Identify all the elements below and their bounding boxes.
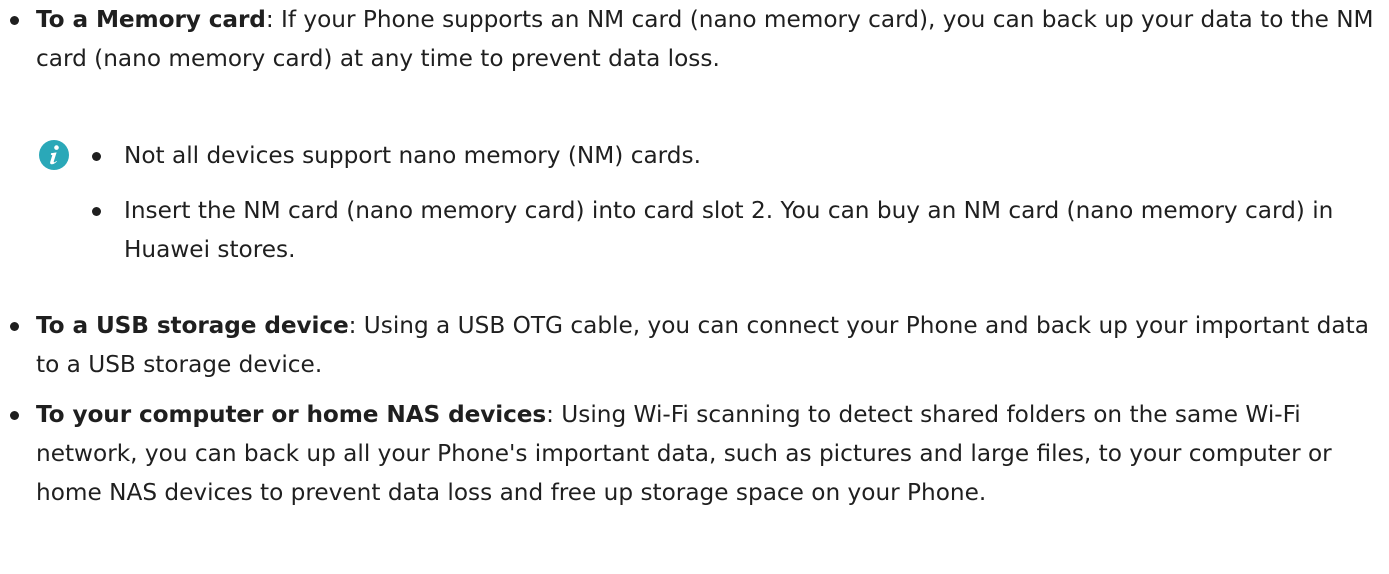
note-item: Insert the NM card (nano memory card) in… [90,191,1350,269]
bullet-icon [10,411,19,420]
bullet-icon [92,152,101,161]
list-item-title: To a USB storage device [36,312,349,339]
note-item: Not all devices support nano memory (NM)… [90,136,1350,175]
list-item-usb-storage: To a USB storage device: Using a USB OTG… [0,306,1389,384]
list-item-title: To a Memory card [36,6,266,33]
bullet-icon [92,207,101,216]
list-item-memory-card: To a Memory card: If your Phone supports… [0,0,1389,78]
note-item-text: Not all devices support nano memory (NM)… [124,142,701,169]
list-item-body: To your computer or home NAS devices: Us… [0,395,1389,512]
bullet-icon [10,322,19,331]
info-icon [39,140,69,170]
list-item-body: To a Memory card: If your Phone supports… [0,0,1389,78]
list-item-body: To a USB storage device: Using a USB OTG… [0,306,1389,384]
document-page: To a Memory card: If your Phone supports… [0,0,1389,574]
note-item-text: Insert the NM card (nano memory card) in… [124,197,1334,263]
list-item-title: To your computer or home NAS devices [36,401,547,428]
bullet-icon [10,16,19,25]
list-item-computer-nas: To your computer or home NAS devices: Us… [0,395,1389,512]
